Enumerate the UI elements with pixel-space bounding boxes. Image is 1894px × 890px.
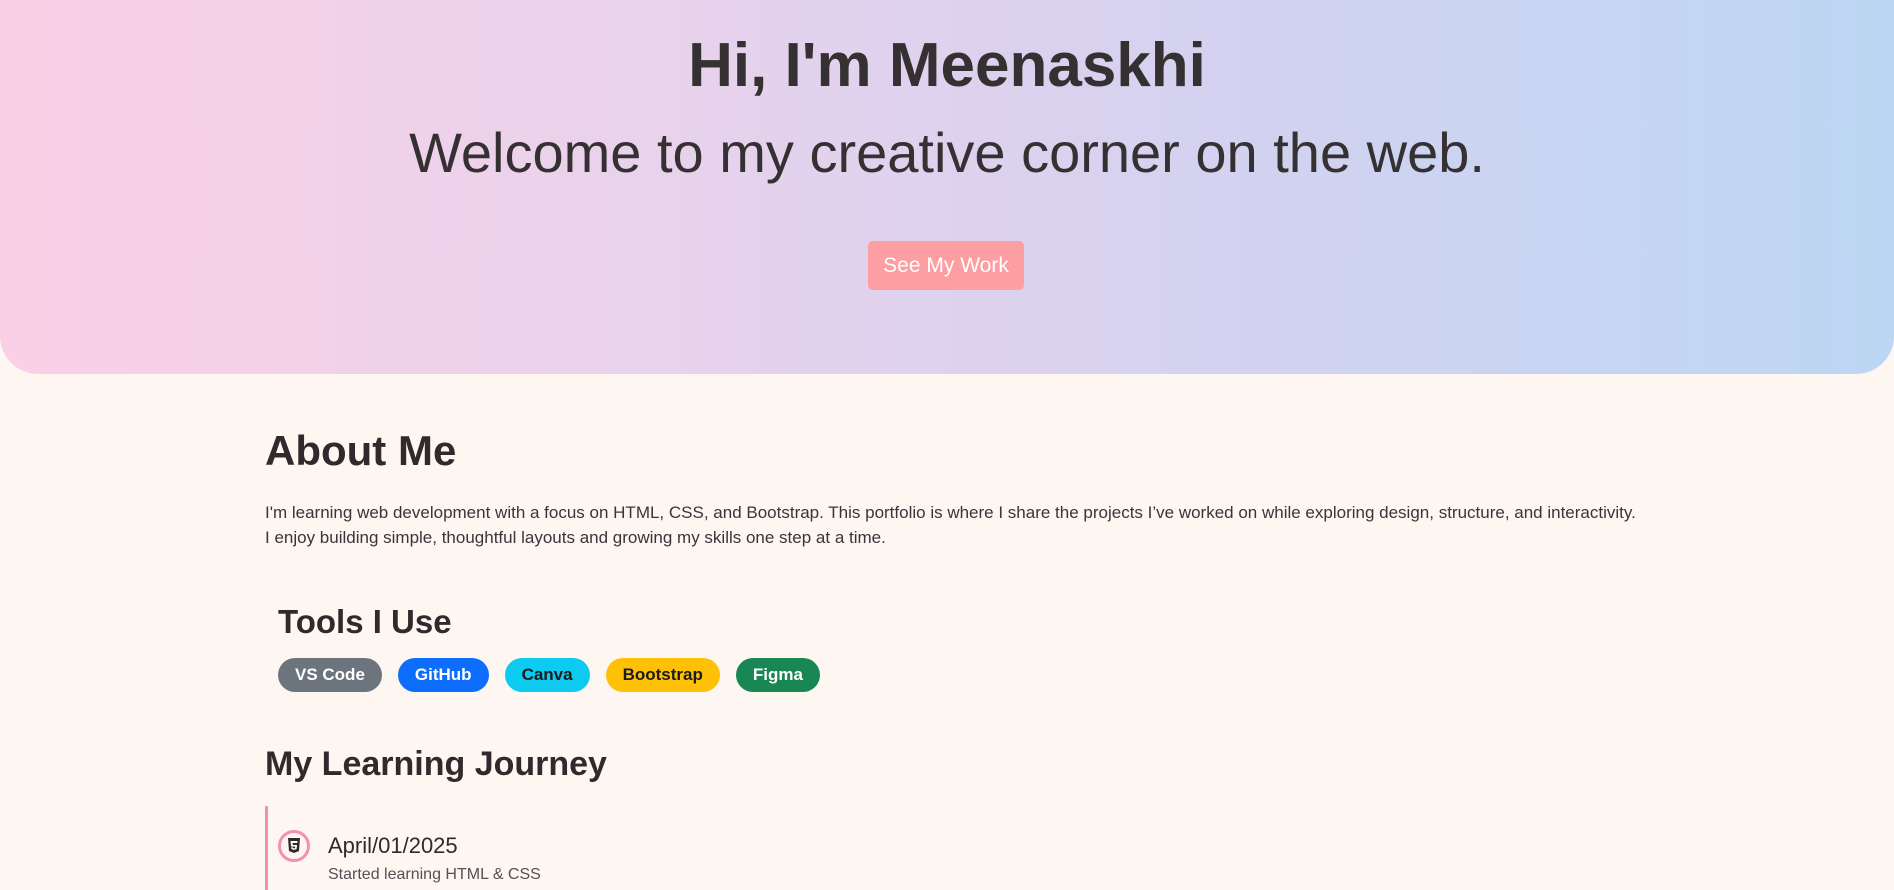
timeline-date: April/01/2025 — [328, 833, 458, 858]
about-title: About Me — [265, 427, 457, 474]
see-my-work-button[interactable]: See My Work — [868, 241, 1024, 290]
tool-badge-figma: Figma — [735, 658, 820, 692]
tool-badge-vscode: VS Code — [278, 658, 382, 692]
hero-banner: Hi, I'm Meenaskhi Welcome to my creative… — [0, 0, 1894, 374]
html5-icon — [278, 830, 310, 862]
timeline-description: Started learning HTML & CSS — [328, 866, 541, 883]
tool-badge-canva: Canva — [504, 658, 590, 692]
tool-badge-github: GitHub — [397, 658, 489, 692]
hero-subtitle: Welcome to my creative corner on the web… — [409, 121, 1485, 184]
journey-title: My Learning Journey — [265, 745, 607, 783]
tools-list: VS Code GitHub Canva Bootstrap Figma — [278, 658, 820, 692]
timeline: April/01/2025 Started learning HTML & CS… — [265, 806, 968, 890]
about-text: I'm learning web development with a focu… — [265, 503, 1636, 547]
tool-badge-bootstrap: Bootstrap — [605, 658, 720, 692]
tools-title: Tools I Use — [278, 603, 452, 640]
hero-title: Hi, I'm Meenaskhi — [688, 31, 1206, 100]
